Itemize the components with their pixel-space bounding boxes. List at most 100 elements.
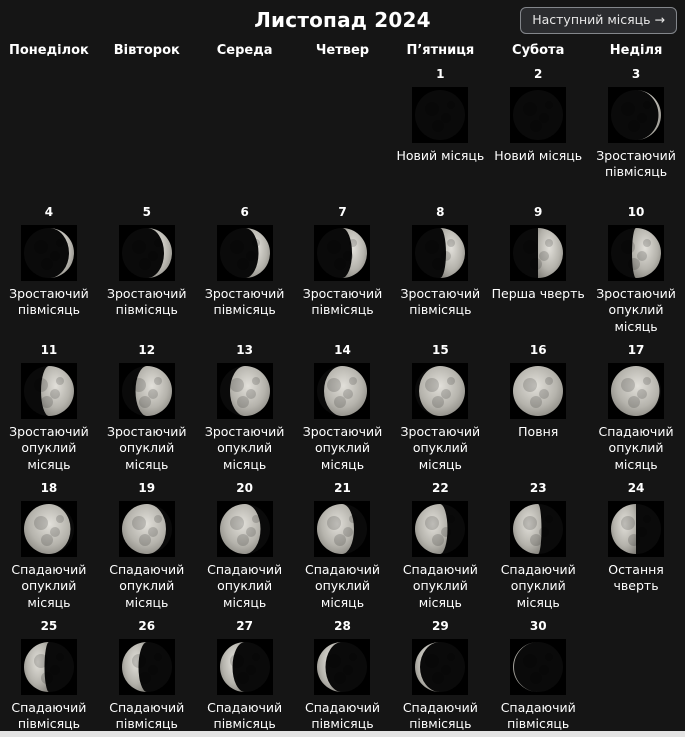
day-cell: 15 Зростаючий опуклий місяць [391, 341, 489, 479]
day-cell: 26 Спадаючий півмісяць [98, 617, 196, 737]
day-number: 28 [334, 619, 351, 634]
day-cell: 19 Спадаючий опуклий місяць [98, 479, 196, 617]
lunar-calendar-page: Листопад 2024 Наступний місяць → Понеділ… [0, 0, 685, 737]
day-cell: 12 Зростаючий опуклий місяць [98, 341, 196, 479]
phase-label: Спадаючий півмісяць [295, 700, 390, 733]
moon-phase-image [217, 363, 273, 419]
day-cell: 4 Зростаючий півмісяць [0, 203, 98, 341]
moon-phase-image [21, 501, 77, 557]
moon-phase-image [608, 225, 664, 281]
day-cell: 6 Зростаючий півмісяць [196, 203, 294, 341]
moon-phase-image [412, 225, 468, 281]
weekday-row: ПонеділокВівторокСередаЧетверП’ятницяСуб… [0, 40, 685, 65]
phase-label: Зростаючий опуклий місяць [393, 424, 488, 473]
moon-phase-image [314, 501, 370, 557]
day-number: 17 [628, 343, 645, 358]
day-cell: 13 Зростаючий опуклий місяць [196, 341, 294, 479]
moon-phase-image [119, 639, 175, 695]
day-cell: 24 Остання чверть [587, 479, 685, 617]
phase-label: Новий місяць [494, 148, 582, 164]
phase-label: Перша чверть [492, 286, 585, 302]
moon-phase-image [217, 639, 273, 695]
phase-label: Новий місяць [396, 148, 484, 164]
calendar-grid: 1 Новий місяць 2 [0, 65, 685, 737]
weekday-label: Вівторок [98, 43, 196, 58]
day-number: 8 [436, 205, 444, 220]
day-cell: 10 Зростаючий опуклий місяць [587, 203, 685, 341]
moon-phase-image [510, 501, 566, 557]
phase-label: Повня [518, 424, 558, 440]
day-number: 18 [41, 481, 58, 496]
day-number: 15 [432, 343, 449, 358]
phase-label: Спадаючий півмісяць [99, 700, 194, 733]
day-cell: 7 Зростаючий півмісяць [294, 203, 392, 341]
day-cell: 2 Новий місяць [489, 65, 587, 203]
phase-label: Зростаючий півмісяць [1, 286, 96, 319]
day-number: 4 [45, 205, 53, 220]
moon-phase-image [119, 501, 175, 557]
moon-phase-image [217, 225, 273, 281]
phase-label: Зростаючий півмісяць [393, 286, 488, 319]
phase-label: Зростаючий опуклий місяць [589, 286, 684, 335]
next-month-button[interactable]: Наступний місяць → [520, 7, 677, 34]
day-number: 1 [436, 67, 444, 82]
phase-label: Спадаючий опуклий місяць [295, 562, 390, 611]
moon-phase-image [217, 501, 273, 557]
moon-phase-image [314, 363, 370, 419]
phase-label: Спадаючий півмісяць [491, 700, 586, 733]
bottom-scroll-strip [0, 731, 685, 737]
moon-phase-image [608, 87, 664, 143]
day-cell: 16 Повня [489, 341, 587, 479]
day-cell: 5 Зростаючий півмісяць [98, 203, 196, 341]
day-number: 21 [334, 481, 351, 496]
weekday-label: Середа [196, 43, 294, 58]
moon-phase-image [412, 363, 468, 419]
day-cell: 3 Зростаючий півмісяць [587, 65, 685, 203]
day-cell: 8 Зростаючий півмісяць [391, 203, 489, 341]
moon-phase-image [314, 225, 370, 281]
day-number: 27 [236, 619, 253, 634]
phase-label: Спадаючий опуклий місяць [99, 562, 194, 611]
day-cell: 23 Спадаючий опуклий місяць [489, 479, 587, 617]
day-number: 7 [338, 205, 346, 220]
day-number: 2 [534, 67, 542, 82]
weekday-label: П’ятниця [391, 43, 489, 58]
phase-label: Зростаючий опуклий місяць [1, 424, 96, 473]
phase-label: Спадаючий опуклий місяць [491, 562, 586, 611]
page-title: Листопад 2024 [254, 8, 431, 32]
phase-label: Зростаючий півмісяць [197, 286, 292, 319]
day-number: 25 [41, 619, 58, 634]
moon-phase-image [510, 87, 566, 143]
weekday-label: Субота [489, 43, 587, 58]
phase-label: Спадаючий півмісяць [393, 700, 488, 733]
phase-label: Спадаючий опуклий місяць [197, 562, 292, 611]
day-cell: 20 Спадаючий опуклий місяць [196, 479, 294, 617]
weekday-label: Понеділок [0, 43, 98, 58]
moon-phase-image [21, 225, 77, 281]
phase-label: Спадаючий опуклий місяць [1, 562, 96, 611]
phase-label: Спадаючий опуклий місяць [393, 562, 488, 611]
day-number: 3 [632, 67, 640, 82]
day-number: 11 [41, 343, 58, 358]
day-number: 29 [432, 619, 449, 634]
day-number: 30 [530, 619, 547, 634]
day-cell: 17 Спадаючий опуклий місяць [587, 341, 685, 479]
day-number: 20 [236, 481, 253, 496]
day-number: 16 [530, 343, 547, 358]
moon-phase-image [412, 501, 468, 557]
weekday-label: Неділя [587, 43, 685, 58]
moon-phase-image [119, 363, 175, 419]
day-number: 14 [334, 343, 351, 358]
moon-phase-image [510, 225, 566, 281]
day-cell: 28 Спадаючий півмісяць [294, 617, 392, 737]
phase-label: Зростаючий опуклий місяць [295, 424, 390, 473]
day-cell: 29 Спадаючий півмісяць [391, 617, 489, 737]
phase-label: Зростаючий півмісяць [589, 148, 684, 181]
moon-phase-image [510, 639, 566, 695]
phase-label: Зростаючий півмісяць [99, 286, 194, 319]
moon-phase-image [314, 639, 370, 695]
day-cell: 27 Спадаючий півмісяць [196, 617, 294, 737]
day-number: 5 [143, 205, 151, 220]
day-cell: 30 Спадаючий півмісяць [489, 617, 587, 737]
header: Листопад 2024 Наступний місяць → [0, 0, 685, 40]
